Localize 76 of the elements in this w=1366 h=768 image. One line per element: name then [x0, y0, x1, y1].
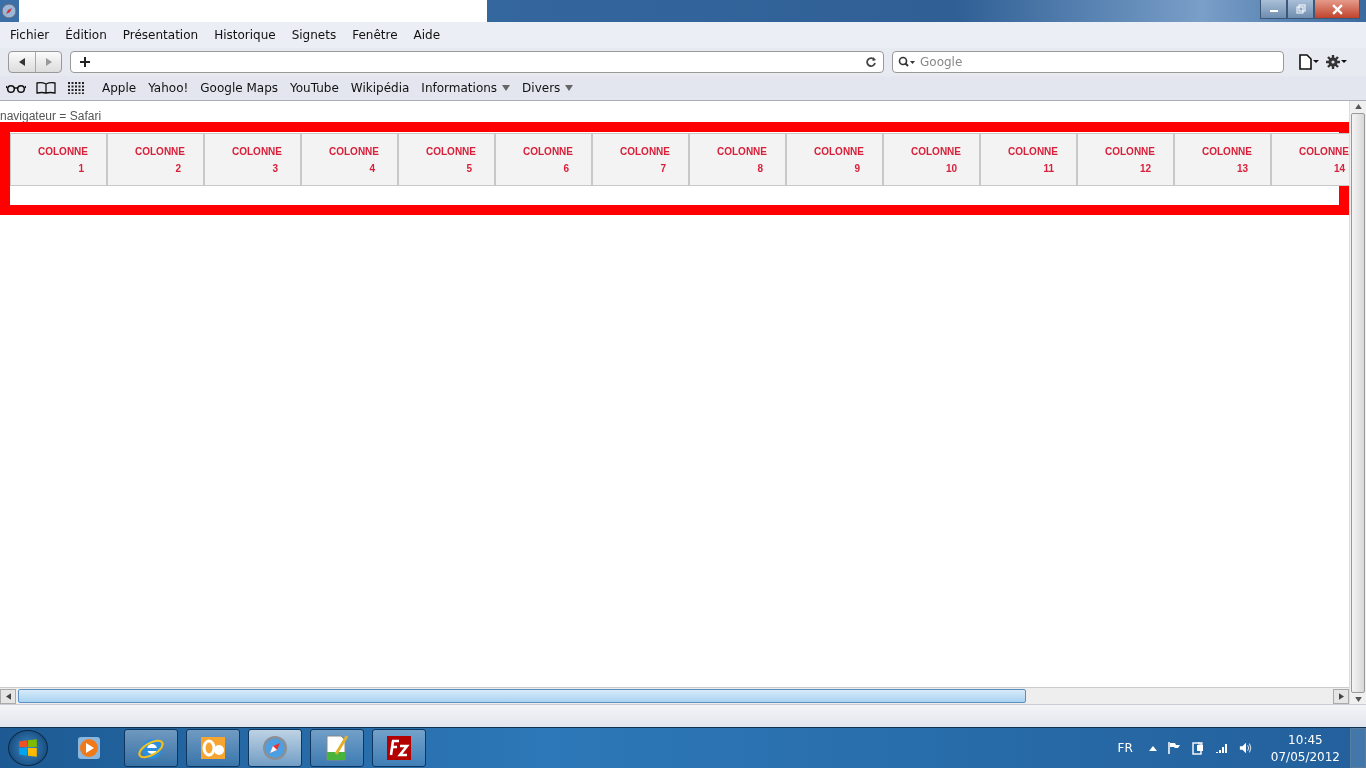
signal-bars-icon[interactable] [1214, 741, 1229, 755]
windows-logo-icon [17, 737, 39, 759]
restore-button[interactable] [1287, 0, 1314, 19]
bookmark-link[interactable]: Divers [522, 81, 574, 95]
minimize-button[interactable] [1260, 0, 1287, 19]
up-arrow-icon[interactable] [1148, 745, 1157, 751]
power-plug-icon[interactable] [1190, 741, 1205, 755]
clock[interactable]: 10:45 07/05/2012 [1270, 732, 1340, 764]
down-triangle-icon [1354, 697, 1362, 702]
glasses-icon[interactable] [6, 82, 26, 94]
column-header: COLONNE 13 [1174, 133, 1271, 186]
reload-icon[interactable] [865, 56, 877, 68]
column-header: COLONNE 8 [689, 133, 786, 186]
search-field[interactable]: Google [892, 51, 1284, 73]
search-input[interactable]: Google [916, 55, 1283, 69]
start-button[interactable] [8, 730, 48, 766]
column-header: COLONNE 11 [980, 133, 1077, 186]
right-triangle-icon [44, 58, 53, 66]
search-icon [898, 56, 916, 68]
column-header: COLONNE 14 [1271, 133, 1349, 186]
notepad-pencil-icon [323, 734, 351, 762]
bookmark-link[interactable]: Wikipédia [350, 81, 410, 95]
column-header: COLONNE 7 [592, 133, 689, 186]
taskbar-app[interactable] [310, 729, 364, 767]
bookmark-link[interactable]: Apple [102, 81, 137, 95]
up-triangle-icon [1354, 104, 1362, 109]
compass-icon [1, 3, 17, 19]
settings-icon[interactable] [1326, 54, 1348, 70]
vertical-scrollbar[interactable] [1349, 101, 1366, 704]
clock-date: 07/05/2012 [1270, 749, 1340, 764]
play-icon [75, 734, 103, 762]
left-triangle-icon [5, 692, 11, 700]
restore-icon [1295, 4, 1306, 14]
taskbar-app[interactable] [124, 729, 178, 767]
bookmark-link[interactable]: Yahoo! [148, 81, 189, 95]
menu-item[interactable]: Fichier [4, 28, 56, 42]
bookmark-link[interactable]: YouTube [290, 81, 339, 95]
menu-item[interactable]: Édition [59, 28, 113, 42]
flag-icon[interactable] [1166, 741, 1181, 755]
menu-item[interactable]: Fenêtre [346, 28, 404, 42]
close-icon [1331, 3, 1343, 15]
grid-icon[interactable] [66, 82, 86, 94]
page-text: navigateur = Safari [0, 108, 103, 122]
menu-item[interactable]: Présentation [116, 28, 205, 42]
column-header: COLONNE 2 [107, 133, 204, 186]
column-header: COLONNE 4 [301, 133, 398, 186]
dropdown-triangle-icon [502, 85, 511, 91]
menu-item[interactable]: Historique [208, 28, 282, 42]
right-triangle-icon [1338, 692, 1344, 700]
column-header: COLONNE 5 [398, 133, 495, 186]
page-menu-icon[interactable] [1298, 54, 1320, 70]
column-header: COLONNE 1 [10, 133, 107, 186]
column-header: COLONNE 9 [786, 133, 883, 186]
plus-icon[interactable] [79, 56, 91, 68]
horizontal-scrollbar[interactable] [0, 687, 1349, 704]
close-button[interactable] [1314, 0, 1360, 19]
taskbar-app[interactable] [186, 729, 240, 767]
bookmark-link[interactable]: Informations [421, 81, 511, 95]
column-header: COLONNE 6 [495, 133, 592, 186]
book-icon[interactable] [36, 82, 56, 94]
column-header: COLONNE 12 [1077, 133, 1174, 186]
taskbar-app[interactable] [248, 729, 302, 767]
column-header: COLONNE 3 [204, 133, 301, 186]
menu-item[interactable]: Signets [285, 28, 343, 42]
menu-item[interactable]: Aide [407, 28, 447, 42]
compass-icon [261, 734, 289, 762]
letter-o-clock-icon [199, 734, 227, 762]
letters-fz-icon [385, 734, 413, 762]
speaker-icon[interactable] [1238, 741, 1253, 755]
left-triangle-icon [18, 58, 26, 66]
taskbar-app[interactable] [372, 729, 426, 767]
language-indicator[interactable]: FR [1117, 741, 1133, 755]
dropdown-triangle-icon [565, 85, 574, 91]
bookmark-link[interactable]: Google Maps [200, 81, 279, 95]
column-header: COLONNE 10 [883, 133, 980, 186]
clock-time: 10:45 [1288, 732, 1323, 747]
